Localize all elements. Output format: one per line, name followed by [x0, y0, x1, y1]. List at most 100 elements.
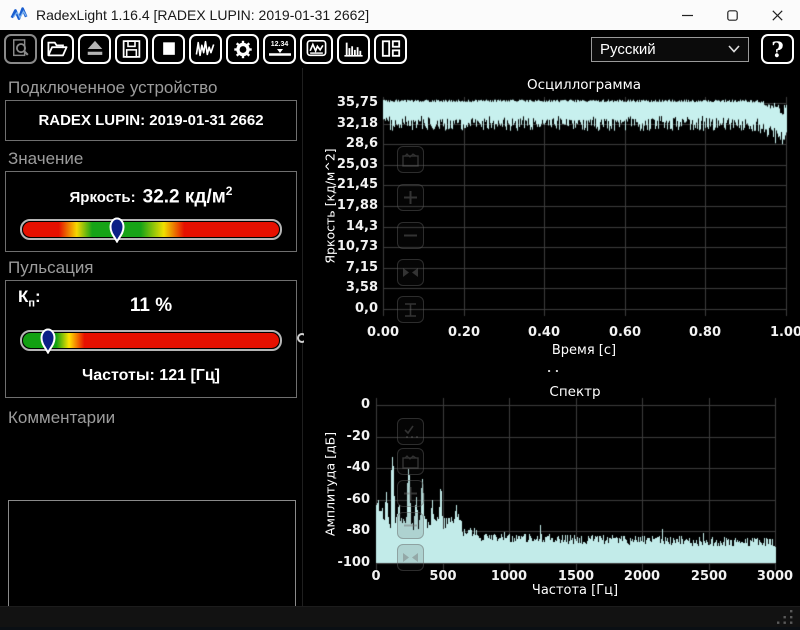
left-panel: Подключенное устройство RADEX LUPIN: 201…	[0, 68, 302, 612]
checkmark-icon	[403, 425, 418, 438]
eject-icon	[87, 40, 102, 55]
frequency-text: Частоты: 121 [Гц]	[81, 367, 220, 384]
x-tick-label: 0	[371, 569, 381, 584]
open-file-button[interactable]	[41, 34, 74, 64]
record-waveform-button[interactable]	[189, 34, 222, 64]
x-tick-label: 500	[429, 569, 457, 584]
line-chart-icon	[306, 40, 327, 57]
open-folder-icon	[47, 41, 68, 57]
stop-square-icon	[162, 42, 175, 55]
value-display-view-button[interactable]: 12.34	[263, 34, 296, 64]
y-tick-label: -60	[346, 492, 371, 507]
settings-button[interactable]	[226, 34, 259, 64]
osc-fit-curve-button[interactable]	[397, 146, 424, 173]
osc-fit-vertical-button[interactable]	[397, 296, 424, 323]
language-select[interactable]: Русский	[591, 36, 749, 62]
layout-view-button[interactable]	[374, 34, 407, 64]
brightness-scale-bar	[20, 217, 282, 244]
fit-horizontal-icon	[403, 268, 418, 277]
magnifier-document-icon	[12, 39, 29, 57]
toolbar: 12.34 Русский ?	[0, 30, 800, 68]
oscillogram-view-button[interactable]	[300, 34, 333, 64]
spectrum-title: Спектр	[549, 384, 601, 400]
minimize-button[interactable]	[665, 0, 710, 30]
oscillogram-chart: Осциллограмма Яркость [кд/м^2] Время [с]…	[304, 70, 800, 370]
y-tick-label: -20	[346, 429, 371, 444]
minimize-icon	[682, 14, 693, 16]
minus-icon	[404, 234, 417, 237]
eject-device-button[interactable]	[78, 34, 111, 64]
help-button[interactable]: ?	[761, 34, 794, 64]
language-value: Русский	[600, 40, 656, 58]
x-tick-label: 3000	[756, 569, 794, 584]
y-tick-label: 0,0	[354, 301, 378, 316]
kp-value: 11 %	[129, 295, 173, 316]
digits-display-icon: 12.34	[270, 41, 289, 48]
y-tick-label: 35,75	[336, 95, 378, 110]
layout-panels-icon	[381, 40, 400, 57]
close-icon	[772, 9, 783, 21]
y-tick-label: 21,45	[336, 177, 378, 192]
pulsation-scale-bar	[20, 328, 282, 355]
spec-marks-button[interactable]	[397, 418, 424, 445]
y-tick-label: 3,58	[345, 280, 378, 295]
y-tick-label: 10,73	[336, 239, 378, 254]
osc-zoom-out-button[interactable]	[397, 222, 424, 249]
connected-device-heading: Подключенное устройство	[8, 78, 218, 97]
statusbar	[0, 606, 800, 627]
y-tick-label: -40	[346, 460, 371, 475]
brightness-marker-icon	[109, 217, 125, 244]
spectrum-chart: Спектр Амплитуда [дБ] Частота [Гц] 0 -20 -…	[304, 372, 796, 605]
comments-textarea[interactable]	[8, 500, 296, 612]
stop-button[interactable]	[152, 34, 185, 64]
gear-icon	[233, 40, 252, 58]
app-window: RadexLight 1.16.4 [RADEX LUPIN: 2019-01-…	[0, 0, 800, 630]
osc-fit-horizontal-button[interactable]	[397, 259, 424, 286]
bar-chart-icon	[344, 42, 363, 57]
oscillogram-x-axis-label: Время [с]	[551, 343, 617, 358]
x-tick-label: 2500	[690, 569, 728, 584]
y-tick-label: 28,6	[345, 136, 378, 151]
x-tick-label: 0.00	[366, 325, 400, 340]
spec-fit-curve-button[interactable]	[397, 448, 424, 475]
floppy-disk-icon	[122, 40, 141, 58]
spec-fit-horizontal-button[interactable]	[397, 544, 424, 571]
spec-zoom-in-button[interactable]	[397, 480, 424, 507]
pulsation-box: Кп: 11 % Частоты: 121 [Гц]	[5, 280, 297, 398]
y-tick-label: -80	[346, 523, 371, 538]
value-heading: Значение	[8, 149, 84, 168]
x-tick-label: 0.40	[527, 325, 561, 340]
pulsation-marker-icon	[40, 328, 56, 355]
waveform-icon	[195, 40, 215, 57]
save-button[interactable]	[115, 34, 148, 64]
fit-horizontal-icon	[403, 553, 418, 562]
app-icon	[10, 6, 28, 24]
x-tick-label: 1000	[490, 569, 528, 584]
spectrum-view-button[interactable]	[337, 34, 370, 64]
pulsation-heading: Пульсация	[8, 258, 94, 277]
osc-zoom-in-button[interactable]	[397, 184, 424, 211]
x-tick-label: 1.00	[769, 325, 800, 340]
x-tick-label: 1500	[557, 569, 595, 584]
resize-grip[interactable]	[777, 610, 794, 624]
spectrum-x-axis-label: Частота [Гц]	[531, 583, 619, 598]
titlebar: RadexLight 1.16.4 [RADEX LUPIN: 2019-01-…	[0, 0, 800, 30]
device-name: RADEX LUPIN: 2019-01-31 2662	[38, 112, 264, 129]
spectrum-y-axis-label: Амплитуда [дБ]	[322, 431, 338, 537]
y-tick-label: 14,3	[345, 219, 378, 234]
spec-zoom-out-button[interactable]	[397, 512, 424, 539]
x-tick-label: 2000	[623, 569, 661, 584]
fit-vertical-icon	[405, 302, 416, 317]
y-tick-label: 25,03	[336, 157, 378, 172]
brightness-label: Яркость:	[69, 189, 136, 207]
brightness-unit: кд/м	[184, 186, 226, 208]
oscillogram-title: Осциллограмма	[526, 77, 642, 93]
plus-icon	[404, 487, 417, 500]
y-tick-label: 17,88	[336, 198, 378, 213]
close-button[interactable]	[755, 0, 800, 30]
maximize-button[interactable]	[710, 0, 755, 30]
y-tick-label: -100	[337, 555, 370, 570]
window-title: RadexLight 1.16.4 [RADEX LUPIN: 2019-01-…	[36, 7, 370, 23]
x-tick-label: 0.80	[688, 325, 722, 340]
minus-icon	[404, 524, 417, 527]
